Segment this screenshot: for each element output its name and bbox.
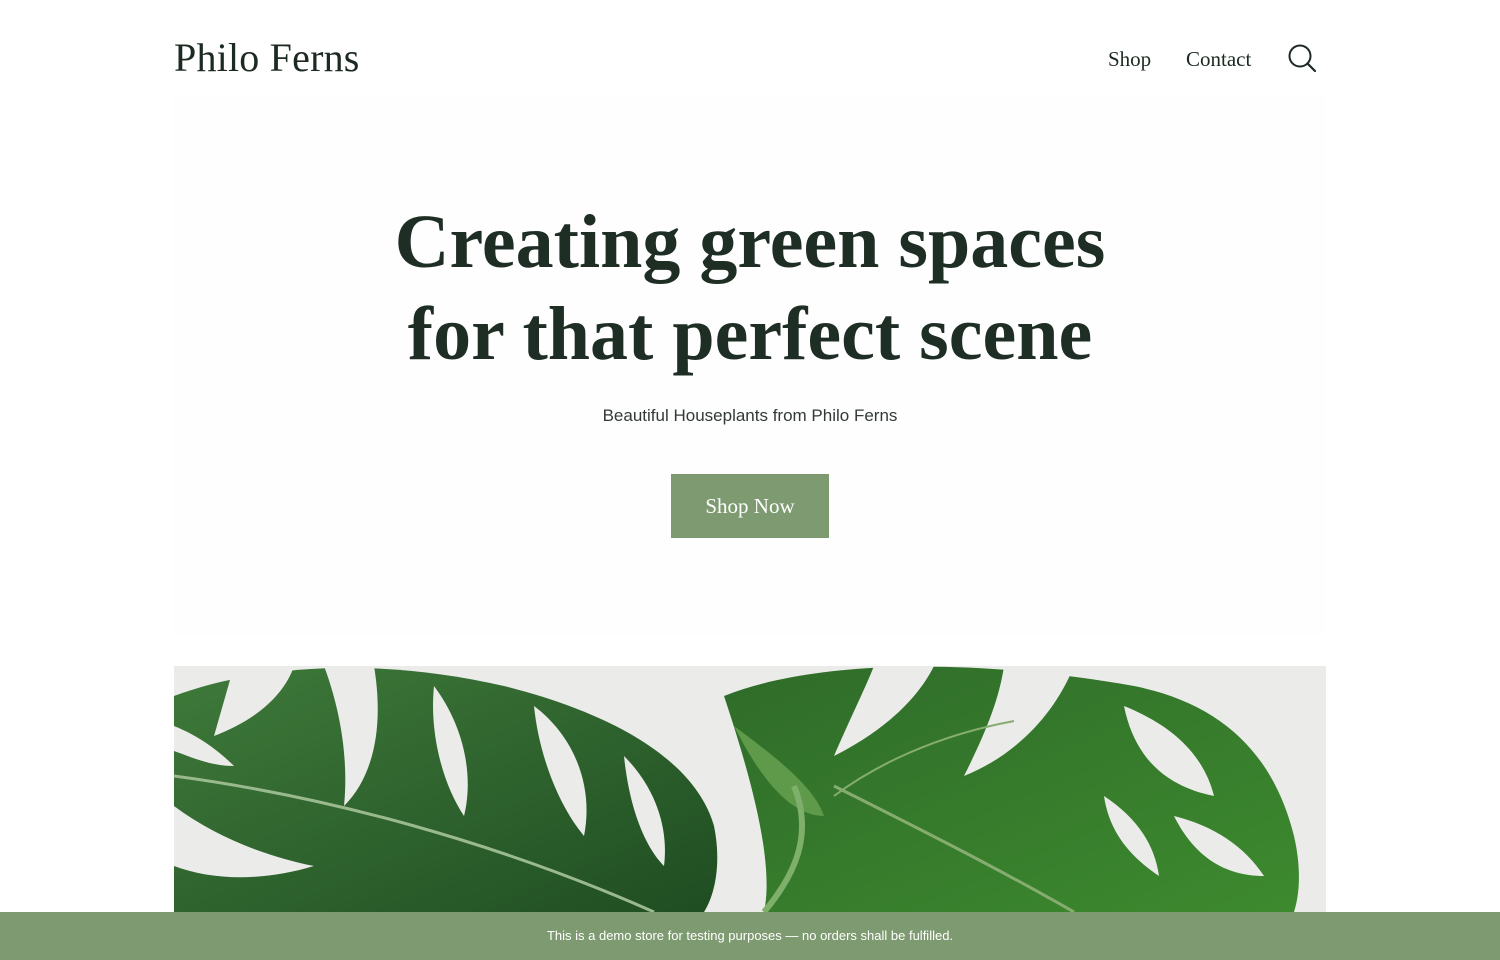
hero-section: Creating green spaces for that perfect s… xyxy=(174,96,1326,636)
hero-image-monstera xyxy=(174,666,1326,912)
hero-title: Creating green spaces for that perfect s… xyxy=(174,196,1326,380)
hero-title-line-1: Creating green spaces xyxy=(394,200,1106,284)
search-icon xyxy=(1288,44,1317,73)
nav-link-contact[interactable]: Contact xyxy=(1186,45,1251,73)
hero-subtitle: Beautiful Houseplants from Philo Ferns xyxy=(602,406,898,425)
shop-now-button[interactable]: Shop Now xyxy=(671,474,829,538)
search-button[interactable] xyxy=(1287,43,1317,73)
demo-store-notice: This is a demo store for testing purpose… xyxy=(0,912,1500,960)
hero-title-line-2: for that perfect scene xyxy=(407,292,1093,376)
nav-link-shop[interactable]: Shop xyxy=(1108,45,1151,73)
site-title-link[interactable]: Philo Ferns xyxy=(174,34,360,82)
